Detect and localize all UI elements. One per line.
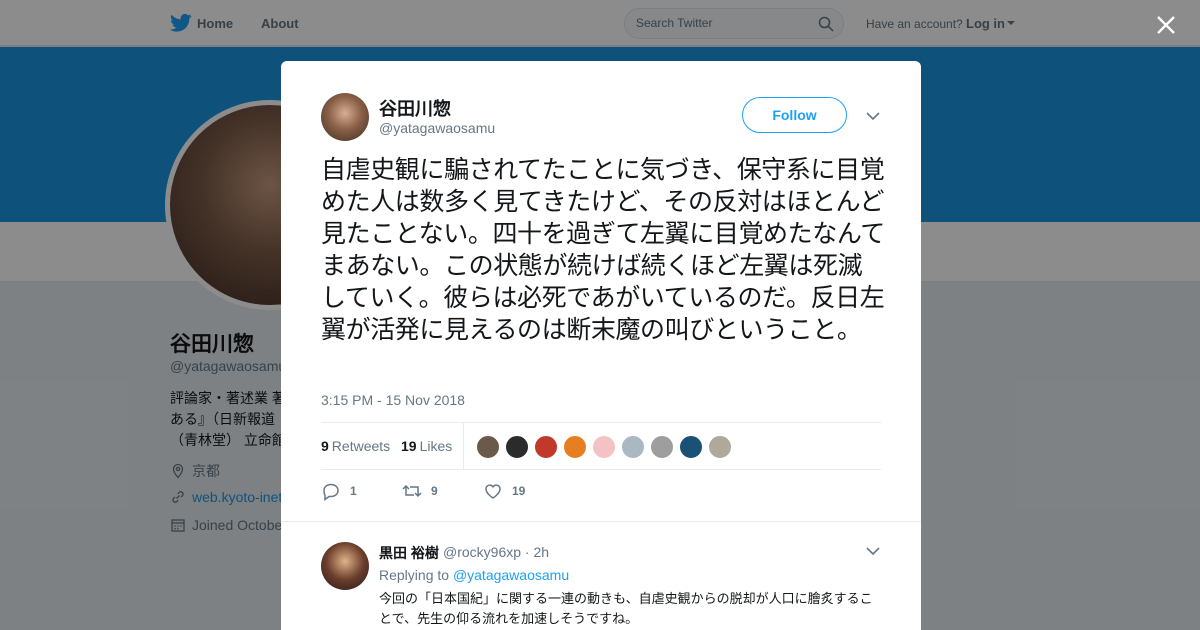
liker-avatar[interactable] xyxy=(621,435,645,459)
author-avatar[interactable] xyxy=(321,93,369,141)
tweet-modal: 谷田川惣 @yatagawaosamu Follow 自虐史観に騙されてたことに… xyxy=(281,61,921,630)
retweets-stat[interactable]: 9 Retweets xyxy=(321,438,390,454)
like-count: 19 xyxy=(512,484,526,498)
author-name[interactable]: 谷田川惣 xyxy=(379,95,451,121)
replying-to-prefix: Replying to xyxy=(379,567,450,583)
author-handle[interactable]: @yatagawaosamu xyxy=(379,120,495,136)
reply-author-name[interactable]: 黒田 裕樹 xyxy=(379,543,439,563)
tweet-actions: 1 9 19 xyxy=(321,481,881,501)
chevron-down-icon[interactable] xyxy=(866,546,880,556)
retweet-count: 9 xyxy=(431,484,438,498)
likes-count: 19 xyxy=(401,438,417,454)
liker-avatar[interactable] xyxy=(505,435,529,459)
likes-stat[interactable]: 19 Likes xyxy=(401,438,452,454)
retweet-icon xyxy=(402,484,422,498)
replying-to: Replying to @yatagawaosamu xyxy=(379,567,569,583)
follow-button[interactable]: Follow xyxy=(742,97,847,133)
liker-avatar[interactable] xyxy=(534,435,558,459)
retweets-label: Retweets xyxy=(331,438,391,454)
heart-icon xyxy=(485,484,501,499)
tweet-text: 自虐史観に騙されてたことに気づき、保守系に目覚めた人は数多く見てきたけど、その反… xyxy=(321,155,885,344)
tweet-timestamp[interactable]: 3:15 PM - 15 Nov 2018 xyxy=(321,392,465,408)
liker-avatar[interactable] xyxy=(592,435,616,459)
retweets-count: 9 xyxy=(321,438,329,454)
reply-icon xyxy=(323,483,339,501)
chevron-down-icon[interactable] xyxy=(866,111,880,121)
stats-divider xyxy=(463,423,464,469)
liker-avatar[interactable] xyxy=(476,435,500,459)
liker-avatar[interactable] xyxy=(563,435,587,459)
close-icon[interactable] xyxy=(1155,14,1177,36)
reply-avatar[interactable] xyxy=(321,542,369,590)
tweet-stats: 9 Retweets 19 Likes xyxy=(321,422,881,470)
liker-avatar[interactable] xyxy=(708,435,732,459)
replying-to-mention[interactable]: @yatagawaosamu xyxy=(453,567,569,583)
liker-avatar[interactable] xyxy=(679,435,703,459)
reply-handle-time[interactable]: @rocky96xp · 2h xyxy=(443,544,549,560)
reply-text: 今回の「日本国紀」に関する一連の動きも、自虐史観からの脱却が人口に膾炙することで… xyxy=(379,592,873,627)
reply-count: 1 xyxy=(350,484,357,498)
liker-avatar[interactable] xyxy=(650,435,674,459)
reply-tweet[interactable]: 黒田 裕樹 @rocky96xp · 2h Replying to @yatag… xyxy=(281,521,921,630)
likes-label: Likes xyxy=(419,438,453,454)
